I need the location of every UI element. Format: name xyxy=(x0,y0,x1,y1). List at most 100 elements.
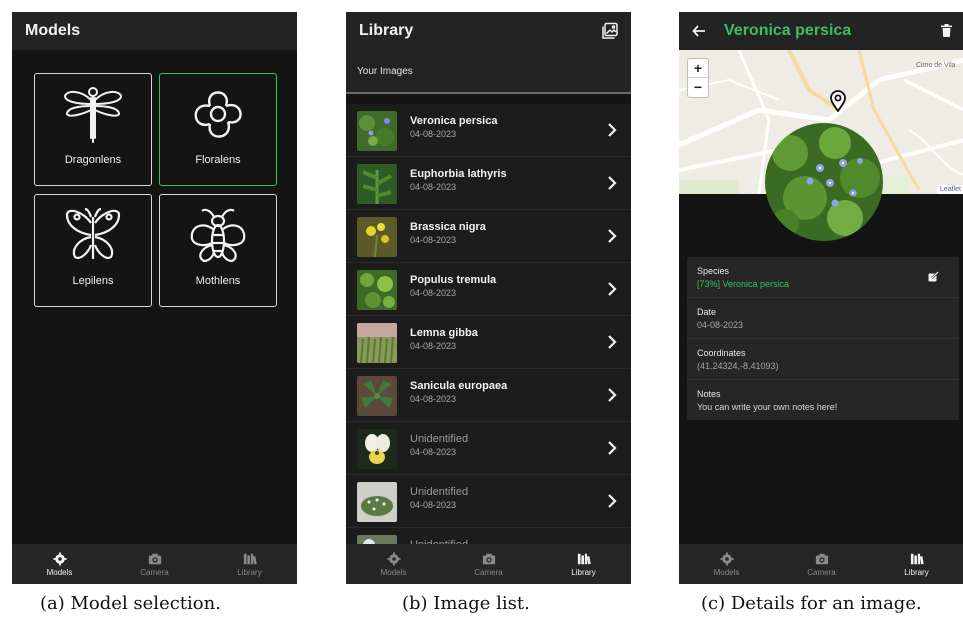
date-value: 04-08-2023 xyxy=(697,320,744,330)
nav-label: Models xyxy=(46,567,73,577)
model-card-floralens[interactable]: Floralens xyxy=(159,73,277,186)
plant-photo-image xyxy=(765,123,883,241)
nav-camera[interactable]: Camera xyxy=(107,544,202,584)
item-name: Unidentified xyxy=(410,486,469,498)
item-name: Sanicula europaea xyxy=(410,380,508,392)
chevron-right-icon xyxy=(608,441,617,455)
edit-icon[interactable] xyxy=(928,271,939,282)
list-item[interactable]: Lemna gibba 04-08-2023 xyxy=(346,316,631,369)
library-icon xyxy=(243,553,257,564)
moth-icon xyxy=(190,208,246,263)
map-pin-icon xyxy=(830,90,846,112)
chevron-right-icon xyxy=(608,123,617,137)
nav-camera[interactable]: Camera xyxy=(441,544,536,584)
gear-icon xyxy=(386,551,401,566)
plant-thumbnail xyxy=(357,323,397,363)
plant-thumbnail xyxy=(357,429,397,469)
trash-icon[interactable] xyxy=(941,24,952,37)
app-bar: Models xyxy=(12,12,297,50)
list-item[interactable]: Unidentified 04-08-2023 xyxy=(346,475,631,528)
nav-models[interactable]: Models xyxy=(679,544,774,584)
library-icon xyxy=(910,553,924,564)
model-card-dragonlens[interactable]: Dragonlens xyxy=(34,73,152,186)
zoom-out-button[interactable]: − xyxy=(688,78,708,97)
camera-icon xyxy=(148,553,161,564)
nav-label: Camera xyxy=(140,567,169,577)
map-place-label: Cimo de Vila xyxy=(916,62,956,69)
list-item[interactable]: Sanicula europaea 04-08-2023 xyxy=(346,369,631,422)
notes-value[interactable]: You can write your own notes here! xyxy=(697,402,949,412)
nav-label: Camera xyxy=(474,567,503,577)
item-date: 04-08-2023 xyxy=(410,500,457,510)
gear-icon xyxy=(52,551,67,566)
flower-icon xyxy=(194,91,242,138)
bottom-navigation: Models Camera Library xyxy=(346,544,631,584)
map-attribution[interactable]: Leaflet xyxy=(936,185,963,194)
model-card-lepilens[interactable]: Lepilens xyxy=(34,194,152,307)
nav-library[interactable]: Library xyxy=(869,544,963,584)
item-name: Veronica persica xyxy=(410,115,498,127)
details-card: Species [73%] Veronica persica Date 04-0… xyxy=(687,257,959,420)
item-name: Euphorbia lathyris xyxy=(410,168,507,180)
nav-label: Library xyxy=(237,567,262,577)
zoom-in-button[interactable]: + xyxy=(688,59,708,78)
caption-a: (a) Model selection. xyxy=(40,593,221,614)
item-date: 04-08-2023 xyxy=(410,394,457,404)
list-item[interactable]: Populus tremula 04-08-2023 xyxy=(346,263,631,316)
species-label: Species xyxy=(697,266,730,276)
coordinates-label: Coordinates xyxy=(697,348,746,358)
nav-label: Library xyxy=(904,567,929,577)
page-title: Veronica persica xyxy=(724,22,852,39)
plant-thumbnail xyxy=(357,376,397,416)
bottom-navigation: Models Camera Library xyxy=(679,544,963,584)
date-label: Date xyxy=(697,307,717,317)
item-name: Lemna gibba xyxy=(410,327,478,339)
item-name: Brassica nigra xyxy=(410,221,486,233)
gear-icon xyxy=(719,551,734,566)
plant-photo xyxy=(765,123,883,241)
nav-label: Models xyxy=(380,567,407,577)
model-label: Mothlens xyxy=(195,275,241,287)
list-item[interactable]: Veronica persica 04-08-2023 xyxy=(346,104,631,157)
image-list: Veronica persica 04-08-2023 Euphorbia la… xyxy=(346,104,631,581)
list-item[interactable]: Brassica nigra 04-08-2023 xyxy=(346,210,631,263)
date-row: Date 04-08-2023 xyxy=(687,298,959,339)
gallery-icon[interactable] xyxy=(601,22,619,40)
chevron-right-icon xyxy=(608,229,617,243)
caption-b: (b) Image list. xyxy=(402,593,530,614)
notes-row[interactable]: Notes You can write your own notes here! xyxy=(687,380,959,420)
species-row[interactable]: Species [73%] Veronica persica xyxy=(687,257,959,298)
chevron-right-icon xyxy=(608,176,617,190)
model-label: Floralens xyxy=(195,154,241,166)
back-arrow-icon[interactable] xyxy=(692,24,706,38)
chevron-right-icon xyxy=(608,282,617,296)
item-date: 04-08-2023 xyxy=(410,288,457,298)
item-date: 04-08-2023 xyxy=(410,129,457,139)
model-label: Dragonlens xyxy=(64,154,122,166)
nav-models[interactable]: Models xyxy=(12,544,107,584)
camera-icon xyxy=(482,553,495,564)
chevron-right-icon xyxy=(608,335,617,349)
nav-library[interactable]: Library xyxy=(536,544,631,584)
page-title: Library xyxy=(359,22,414,39)
plant-thumbnail xyxy=(357,270,397,310)
item-date: 04-08-2023 xyxy=(410,182,457,192)
nav-library[interactable]: Library xyxy=(202,544,297,584)
chevron-right-icon xyxy=(608,388,617,402)
library-icon xyxy=(577,553,591,564)
plant-thumbnail xyxy=(357,164,397,204)
page-title: Models xyxy=(25,22,81,39)
item-date: 04-08-2023 xyxy=(410,235,457,245)
chevron-right-icon xyxy=(608,494,617,508)
list-item[interactable]: Unidentified 04-08-2023 xyxy=(346,422,631,475)
nav-camera[interactable]: Camera xyxy=(774,544,869,584)
item-name: Populus tremula xyxy=(410,274,497,286)
bottom-navigation: Models Camera Library xyxy=(12,544,297,584)
nav-label: Models xyxy=(713,567,740,577)
item-date: 04-08-2023 xyxy=(410,341,457,351)
library-screen: Library Your Images Veronica persica 04-… xyxy=(346,12,631,584)
model-card-mothlens[interactable]: Mothlens xyxy=(159,194,277,307)
nav-models[interactable]: Models xyxy=(346,544,441,584)
nav-label: Camera xyxy=(807,567,836,577)
list-item[interactable]: Euphorbia lathyris 04-08-2023 xyxy=(346,157,631,210)
